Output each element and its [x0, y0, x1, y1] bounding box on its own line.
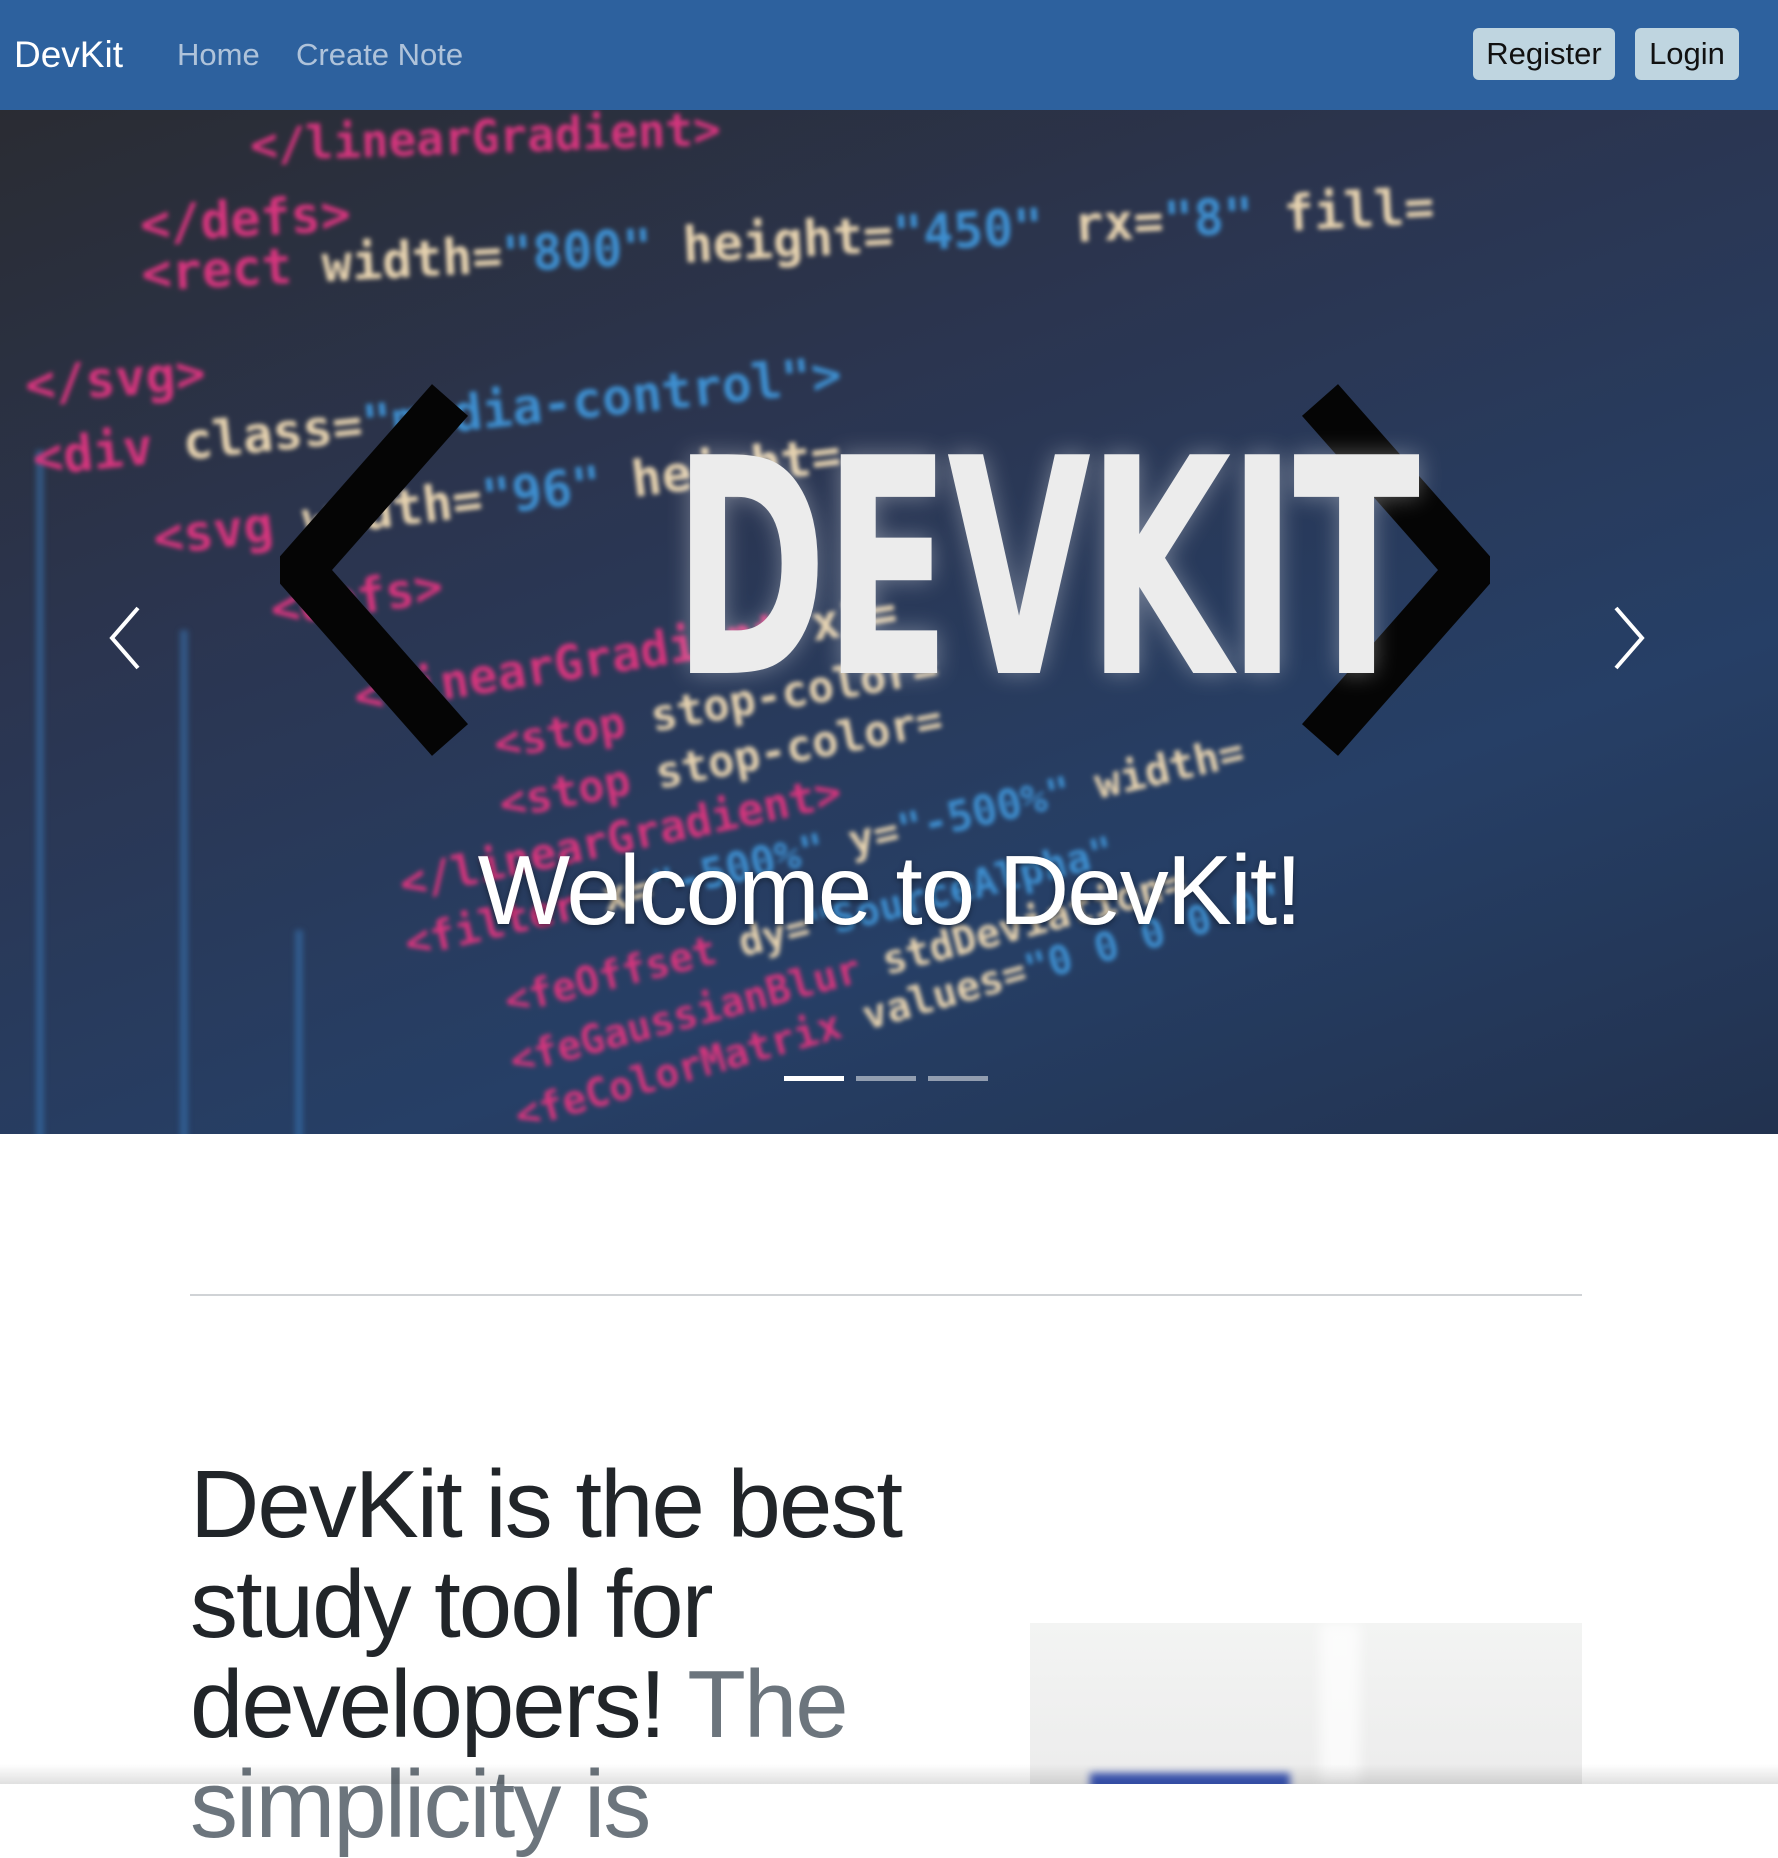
code-token: width= [290, 226, 504, 296]
code-token: "96" [478, 454, 606, 528]
code-token: fill= [1252, 177, 1436, 245]
logo-left-chevron-icon [280, 384, 468, 756]
carousel-prev-button[interactable] [90, 580, 160, 680]
featurette-image [1030, 1623, 1582, 1784]
nav-link-create-note[interactable]: Create Note [296, 34, 463, 76]
code-token: </svg> [23, 343, 208, 415]
carousel-indicator-1[interactable] [784, 1076, 844, 1081]
code-line: </svg> [23, 344, 207, 414]
brand-link[interactable]: DevKit [14, 30, 123, 80]
featurette-divider [190, 1294, 1582, 1296]
navbar: DevKit Home Create Note Register Login [0, 0, 1778, 110]
code-token: <rect [140, 237, 294, 303]
code-token: </linearGradient> [249, 110, 722, 173]
code-token: "8" [1162, 186, 1256, 250]
code-token: "450" [891, 197, 1045, 264]
login-button[interactable]: Login [1635, 28, 1739, 80]
code-token: <svg [150, 495, 277, 568]
register-button[interactable]: Register [1473, 28, 1615, 80]
window-bottom-shadow [0, 1764, 1778, 1784]
hero-carousel: </linearGradient> </defs> <rect width="8… [0, 110, 1778, 1134]
carousel-next-button[interactable] [1594, 580, 1664, 680]
carousel-indicator-2[interactable] [856, 1076, 916, 1081]
image-highlight [1320, 1623, 1360, 1784]
code-gutter-line [295, 930, 303, 1134]
code-token: rx= [1041, 191, 1166, 256]
featurette-heading: DevKit is the best study tool for develo… [190, 1455, 950, 1855]
nav-link-home[interactable]: Home [177, 34, 260, 76]
code-line: </linearGradient> [249, 110, 721, 172]
code-token: <div [30, 417, 156, 488]
carousel-caption: Welcome to DevKit! [477, 835, 1303, 945]
chevron-left-icon [109, 606, 140, 670]
devkit-logo-text: DEVKIT [673, 395, 1420, 744]
code-token: height= [651, 205, 895, 277]
code-gutter-line [36, 450, 44, 1134]
chevron-right-icon [1614, 606, 1645, 670]
carousel-indicator-3[interactable] [928, 1076, 988, 1081]
code-token: "800" [500, 218, 655, 285]
